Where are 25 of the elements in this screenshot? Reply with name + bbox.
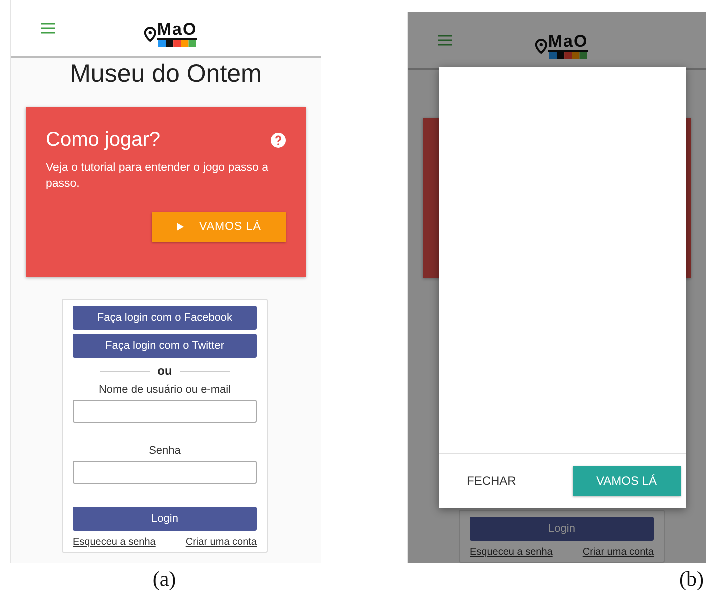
menu-icon[interactable] [41, 22, 55, 34]
create-account-link[interactable]: Criar uma conta [186, 537, 257, 548]
color-bar-icon [549, 52, 588, 59]
password-input[interactable] [73, 461, 257, 484]
menu-icon[interactable] [438, 34, 452, 46]
create-account-link[interactable]: Criar uma conta [582, 547, 654, 558]
twitter-login-button[interactable]: Faça login com o Twitter [73, 334, 257, 358]
facebook-login-button[interactable]: Faça login com o Facebook [73, 306, 257, 330]
forgot-password-link[interactable]: Esqueceu a senha [470, 547, 553, 558]
card-description: Veja o tutorial para entender o jogo passo a passo. [46, 161, 270, 192]
page-title: Museu do Ontem [69, 60, 263, 89]
forgot-password-link[interactable]: Esqueceu a senha [73, 537, 156, 548]
login-button[interactable]: Login [470, 517, 654, 541]
close-button[interactable]: FECHAR [447, 466, 536, 496]
play-icon [176, 223, 184, 231]
divider-text: ou [158, 364, 172, 378]
panel-caption: (b) [680, 567, 704, 592]
login-button[interactable]: Login [73, 507, 257, 531]
panel-caption: (a) [152, 567, 176, 592]
username-input[interactable] [73, 400, 257, 423]
card-title: Como jogar? [46, 129, 161, 152]
username-label: Nome de usuário ou e-mail [98, 384, 232, 396]
color-bar-icon [158, 40, 196, 47]
password-label: Senha [148, 445, 182, 457]
help-icon[interactable] [271, 133, 286, 148]
